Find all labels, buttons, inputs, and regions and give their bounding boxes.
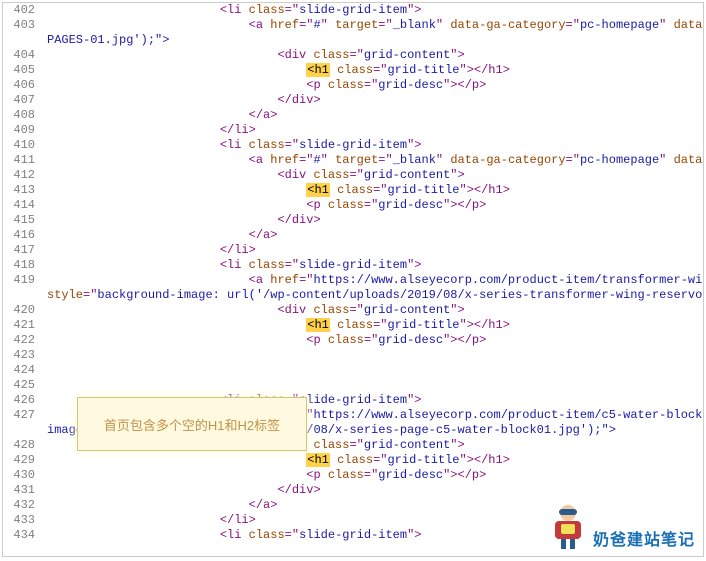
code-line[interactable]: </li>: [47, 243, 703, 258]
annotation-callout: 首页包含多个空的H1和H2标签: [77, 397, 307, 451]
code-line[interactable]: [47, 378, 703, 393]
code-line[interactable]: <li class="slide-grid-item">: [47, 258, 703, 273]
code-line[interactable]: <h1 class="grid-title"></h1>: [47, 183, 703, 198]
code-line[interactable]: [47, 348, 703, 363]
code-line[interactable]: </a>: [47, 108, 703, 123]
code-line[interactable]: </a>: [47, 228, 703, 243]
code-line[interactable]: </li>: [47, 123, 703, 138]
code-line[interactable]: <li class="slide-grid-item">: [47, 3, 703, 18]
code-line[interactable]: </div>: [47, 483, 703, 498]
code-editor[interactable]: 4024034044054064074084094104114124134144…: [2, 2, 704, 557]
line-number: 409: [3, 123, 35, 138]
line-number: 432: [3, 498, 35, 513]
code-line[interactable]: <div class="grid-content">: [47, 48, 703, 63]
line-number: [3, 423, 35, 438]
line-number: 420: [3, 303, 35, 318]
line-number: [3, 288, 35, 303]
line-number: 407: [3, 93, 35, 108]
line-number: 415: [3, 213, 35, 228]
line-number: 405: [3, 63, 35, 78]
line-number: 414: [3, 198, 35, 213]
code-line[interactable]: PAGES-01.jpg');">: [47, 33, 703, 48]
highlight-h1-tag: <h1: [306, 318, 330, 332]
code-line[interactable]: </a>: [47, 498, 703, 513]
code-line[interactable]: <a href="#" target="_blank" data-ga-cate…: [47, 18, 703, 33]
highlight-h1-tag: <h1: [306, 63, 330, 77]
line-number: 408: [3, 108, 35, 123]
code-line[interactable]: <p class="grid-desc"></p>: [47, 78, 703, 93]
code-line[interactable]: <h1 class="grid-title"></h1>: [47, 63, 703, 78]
line-number: 425: [3, 378, 35, 393]
line-number: 417: [3, 243, 35, 258]
line-number: [3, 33, 35, 48]
line-number: 434: [3, 528, 35, 543]
code-line[interactable]: <li class="slide-grid-item">: [47, 138, 703, 153]
code-line[interactable]: <h1 class="grid-title"></h1>: [47, 453, 703, 468]
code-line[interactable]: </div>: [47, 213, 703, 228]
line-number: 406: [3, 78, 35, 93]
line-number: 423: [3, 348, 35, 363]
line-number: 429: [3, 453, 35, 468]
code-line[interactable]: <p class="grid-desc"></p>: [47, 198, 703, 213]
code-line[interactable]: <a href="#" target="_blank" data-ga-cate…: [47, 153, 703, 168]
line-number: 411: [3, 153, 35, 168]
line-number: 410: [3, 138, 35, 153]
line-number: 413: [3, 183, 35, 198]
code-line[interactable]: <a href="https://www.alseyecorp.com/prod…: [47, 273, 703, 288]
line-number: 404: [3, 48, 35, 63]
code-line[interactable]: </div>: [47, 93, 703, 108]
line-number: 421: [3, 318, 35, 333]
code-line[interactable]: <p class="grid-desc"></p>: [47, 333, 703, 348]
code-line[interactable]: <div class="grid-content">: [47, 168, 703, 183]
line-number: 433: [3, 513, 35, 528]
line-number: 427: [3, 408, 35, 423]
code-line[interactable]: style="background-image: url('/wp-conten…: [47, 288, 703, 303]
line-number: 403: [3, 18, 35, 33]
line-number: 430: [3, 468, 35, 483]
line-number: 422: [3, 333, 35, 348]
line-number: 426: [3, 393, 35, 408]
line-number: 418: [3, 258, 35, 273]
line-number: 416: [3, 228, 35, 243]
line-number: 431: [3, 483, 35, 498]
code-area[interactable]: <li class="slide-grid-item"> <a href="#"…: [47, 3, 703, 556]
line-number: 402: [3, 3, 35, 18]
code-line[interactable]: <p class="grid-desc"></p>: [47, 468, 703, 483]
code-line[interactable]: <li class="slide-grid-item">: [47, 528, 703, 543]
line-number: 428: [3, 438, 35, 453]
code-line[interactable]: </li>: [47, 513, 703, 528]
code-line[interactable]: <div class="grid-content">: [47, 303, 703, 318]
line-number: 412: [3, 168, 35, 183]
line-number-gutter: 4024034044054064074084094104114124134144…: [3, 3, 41, 543]
highlight-h1-tag: <h1: [306, 183, 330, 197]
line-number: 424: [3, 363, 35, 378]
highlight-h1-tag: <h1: [306, 453, 330, 467]
code-line[interactable]: <h1 class="grid-title"></h1>: [47, 318, 703, 333]
annotation-text: 首页包含多个空的H1和H2标签: [104, 415, 280, 434]
line-number: 419: [3, 273, 35, 288]
code-line[interactable]: [47, 363, 703, 378]
